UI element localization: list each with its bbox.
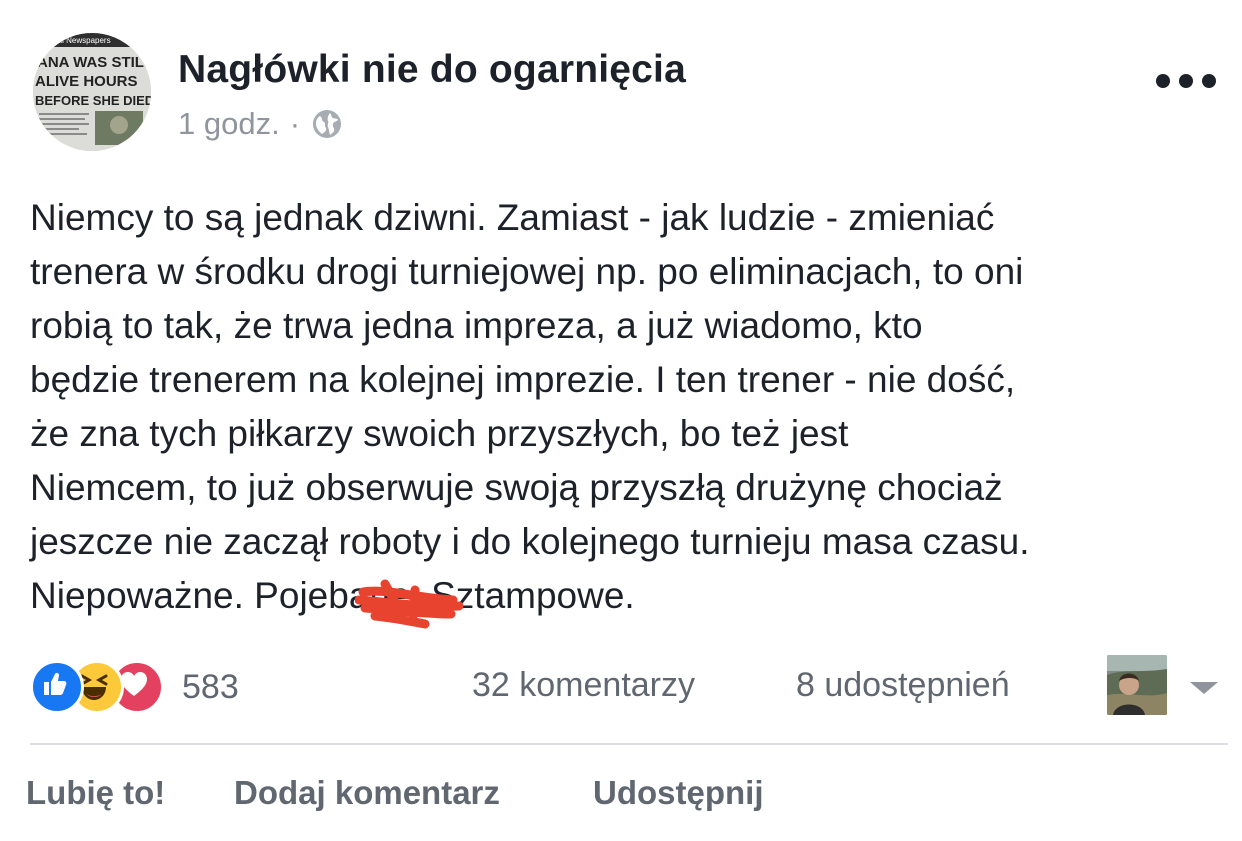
engagement-summary: 583 32 komentarzy 8 udostępnień [30,655,1226,716]
page-avatar[interactable]: All Newspapers ANA WAS STILL ALIVE HOURS… [33,33,151,151]
meta-separator: · [289,106,301,141]
reactions-summary[interactable]: 583 [30,660,239,714]
page-name[interactable]: Nagłówki nie do ogarnięcia [178,48,686,92]
comment-button[interactable]: Dodaj komentarz [234,774,500,812]
share-button[interactable]: Udostępnij [593,774,764,812]
more-options-button[interactable] [1156,66,1216,96]
post-meta: 1 godz. · [178,104,342,144]
post-text-line: jeszcze nie zaczął roboty i do kolejnego… [30,521,1030,562]
more-dot-icon [1179,74,1193,88]
divider [30,743,1228,745]
shares-count[interactable]: 8 udostępnień [796,666,1010,705]
chevron-down-icon[interactable] [1190,682,1218,694]
avatar-headline-3: BEFORE SHE DIED [35,93,151,108]
post-actions: Lubię to! Dodaj komentarz Udostępnij [0,774,1242,824]
like-reaction-icon [30,660,84,714]
post-text-line: Niemcem, to już obserwuje swoją przyszłą… [30,467,1003,508]
avatar-masthead: All Newspapers [55,36,111,45]
post-timestamp[interactable]: 1 godz. [178,106,280,142]
globe-icon [313,110,342,138]
post-text-line: będzie trenerem na kolejnej imprezie. I … [30,359,1016,400]
reaction-count: 583 [182,667,239,706]
more-dot-icon [1156,74,1170,88]
avatar-headline-2: ALIVE HOURS [35,73,138,90]
post-text-line: Niemcy to są jednak dziwni. Zamiast - ja… [30,197,995,238]
like-button[interactable]: Lubię to! [26,774,165,812]
post-text-line: Niepoważne. Pojebane. Sztampowe. [30,575,635,616]
post-text-line: trenera w środku drogi turniejowej np. p… [30,251,1024,292]
post-text-line: robią to tak, że trwa jedna impreza, a j… [30,305,923,346]
post-body: Niemcy to są jednak dziwni. Zamiast - ja… [30,191,1230,623]
viewer-avatar[interactable] [1107,655,1167,715]
facebook-post: All Newspapers ANA WAS STILL ALIVE HOURS… [0,0,1242,841]
comments-count[interactable]: 32 komentarzy [472,666,695,705]
censor-scribble [355,579,464,629]
post-text-line: że zna tych piłkarzy swoich przyszłych, … [30,413,849,454]
more-dot-icon [1202,74,1216,88]
avatar-headline-1: ANA WAS STILL [37,54,151,71]
